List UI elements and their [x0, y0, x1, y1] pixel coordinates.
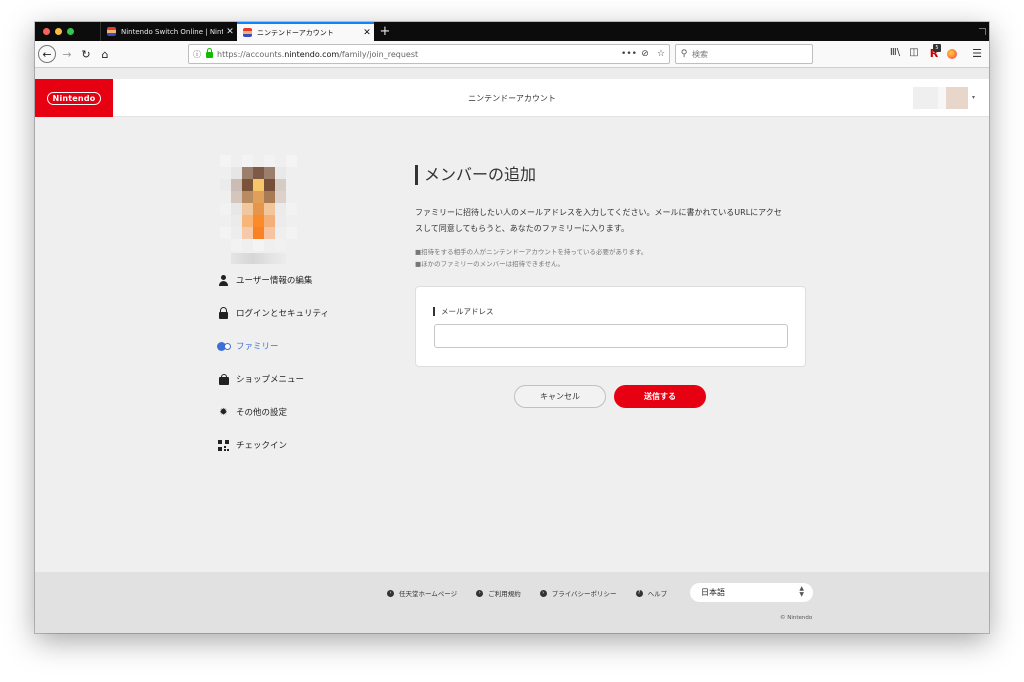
new-tab-button[interactable]: + [378, 22, 392, 41]
lock-icon [217, 306, 230, 320]
minimize-window-button[interactable] [55, 28, 62, 35]
submit-button[interactable]: 送信する [614, 385, 706, 408]
note-item: ■招待をする相手の人がニンテンドーアカウントを持っている必要があります。 [415, 248, 648, 256]
gear-icon: ✹ [219, 406, 228, 418]
extension-badge: 5 [933, 44, 941, 52]
browser-window: Nintendo Switch Online | Ninte ✕ ニンテンドーア… [35, 22, 989, 633]
tab-close-icon[interactable]: ✕ [223, 27, 237, 37]
sidebar-item-login-security[interactable]: ログインとセキュリティ [217, 304, 329, 322]
tab-bar: Nintendo Switch Online | Ninte ✕ ニンテンドーア… [35, 22, 989, 41]
sidebar-item-check-in[interactable]: チェックイン [217, 436, 287, 454]
description-line: ファミリーに招待したい人のメールアドレスを入力してください。メールに書かれている… [415, 208, 782, 217]
footer-link-label: 任天堂ホームページ [399, 590, 458, 598]
notes: ■招待をする相手の人がニンテンドーアカウントを持っている必要があります。 ■ほか… [415, 246, 815, 270]
url-prefix: https://accounts. [217, 49, 285, 59]
language-select[interactable]: 日本語 ▲ ▼ [690, 583, 813, 602]
description-line: スして同意してもらうと、あなたのファミリーに入ります。 [415, 224, 629, 233]
forward-button[interactable]: → [60, 45, 74, 63]
sidebar-item-label: ショップメニュー [236, 375, 305, 385]
mario-favicon-icon [243, 28, 252, 37]
header-title: ニンテンドーアカウント [468, 94, 556, 103]
search-bar[interactable]: ⚲ 検索 [675, 44, 813, 64]
footer-link-label: ご利用規約 [488, 590, 521, 598]
family-icon [217, 340, 231, 353]
tab-close-icon[interactable]: ✕ [360, 28, 374, 38]
link-arrow-icon: › [539, 589, 547, 597]
site-footer: › 任天堂ホームページ › ご利用規約 › プライバシーポリシー ? ヘルプ 日… [35, 572, 989, 633]
back-button[interactable]: ← [38, 45, 56, 63]
account-avatar[interactable] [913, 87, 968, 109]
footer-link-privacy[interactable]: › プライバシーポリシー [539, 588, 617, 598]
bookmark-star-icon[interactable]: ☆ [653, 49, 669, 59]
page-title: メンバーの追加 [415, 165, 536, 185]
user-nickname [231, 253, 286, 264]
zoom-window-button[interactable] [67, 28, 74, 35]
url-text[interactable]: https://accounts.nintendo.com/family/joi… [217, 50, 621, 59]
footer-link-label: プライバシーポリシー [551, 590, 617, 598]
tab-nintendo-switch-online[interactable]: Nintendo Switch Online | Ninte ✕ [100, 22, 237, 41]
email-field[interactable] [434, 324, 788, 348]
pocket-icon[interactable]: ⊘ [637, 49, 653, 59]
sidebar-item-label: ユーザー情報の編集 [236, 276, 313, 286]
footer-link-nintendo-home[interactable]: › 任天堂ホームページ [387, 588, 457, 598]
url-bar[interactable]: ⓘ https://accounts.nintendo.com/family/j… [188, 44, 670, 64]
link-arrow-icon: › [387, 589, 394, 597]
tab-nintendo-account[interactable]: ニンテンドーアカウント ✕ [237, 22, 374, 41]
search-icon: ⚲ [680, 49, 688, 59]
close-window-button[interactable] [43, 28, 50, 35]
firefox-account-icon[interactable] [947, 49, 957, 59]
link-arrow-icon: › [476, 589, 484, 597]
note-item: ■ほかのファミリーのメンバーは招待できません。 [415, 260, 564, 268]
email-form-card: メールアドレス [415, 286, 806, 367]
navigation-toolbar: ← → ↻ ⌂ ⓘ https://accounts.nintendo.com/… [35, 41, 989, 68]
url-path: /family/join_request [339, 49, 419, 59]
sidebar-toggle-icon[interactable]: ◫ [907, 47, 921, 61]
shopping-bag-icon [217, 373, 230, 386]
site-header: Nintendo ニンテンドーアカウント ▾ [35, 79, 989, 117]
page-description: ファミリーに招待したい人のメールアドレスを入力してください。メールに書かれている… [415, 205, 815, 237]
hamburger-menu-icon[interactable]: ☰ [971, 47, 983, 61]
chevron-down-icon[interactable]: ▾ [972, 94, 975, 101]
resize-icon [979, 28, 986, 35]
url-domain: nintendo.com [284, 49, 340, 59]
search-placeholder: 検索 [692, 49, 708, 59]
sidebar-item-label: チェックイン [236, 441, 288, 451]
sidebar-item-label: ファミリー [236, 342, 279, 352]
home-button[interactable]: ⌂ [97, 45, 113, 63]
footer-link-help[interactable]: ? ヘルプ [635, 588, 668, 598]
sidebar-item-family[interactable]: ファミリー [217, 337, 279, 355]
select-arrows-icon: ▲ ▼ [799, 585, 804, 598]
site-info-icon[interactable]: ⓘ [193, 49, 203, 60]
footer-link-label: ヘルプ [647, 590, 668, 598]
reload-button[interactable]: ↻ [79, 45, 93, 63]
language-value: 日本語 [701, 588, 725, 597]
page-content: Nintendo ニンテンドーアカウント ▾ ユーザー情報の編集 ログインとセキ… [35, 79, 989, 633]
mario-favicon-icon [107, 27, 116, 36]
sidebar-item-shop-menu[interactable]: ショップメニュー [217, 370, 304, 388]
qr-code-icon [217, 439, 230, 452]
tab-label: ニンテンドーアカウント [257, 28, 334, 37]
sidebar-item-label: その他の設定 [236, 408, 288, 418]
page-actions-icon[interactable]: ••• [621, 49, 637, 59]
footer-link-terms[interactable]: › ご利用規約 [476, 588, 521, 598]
secure-lock-icon[interactable] [206, 48, 213, 58]
email-field-label: メールアドレス [433, 307, 494, 316]
user-icon [217, 274, 230, 287]
copyright: © Nintendo [780, 615, 813, 621]
library-icon[interactable]: Ⅲ\ [888, 47, 902, 61]
user-avatar [220, 155, 297, 251]
sidebar-item-edit-user-info[interactable]: ユーザー情報の編集 [217, 271, 312, 289]
footer-links: › 任天堂ホームページ › ご利用規約 › プライバシーポリシー ? ヘルプ [387, 587, 686, 599]
cancel-button[interactable]: キャンセル [514, 385, 606, 408]
help-icon: ? [635, 589, 643, 597]
tab-label: Nintendo Switch Online | Ninte [121, 27, 223, 36]
sidebar-item-label: ログインとセキュリティ [236, 309, 329, 319]
sidebar-item-other-settings[interactable]: ✹ その他の設定 [217, 403, 287, 421]
